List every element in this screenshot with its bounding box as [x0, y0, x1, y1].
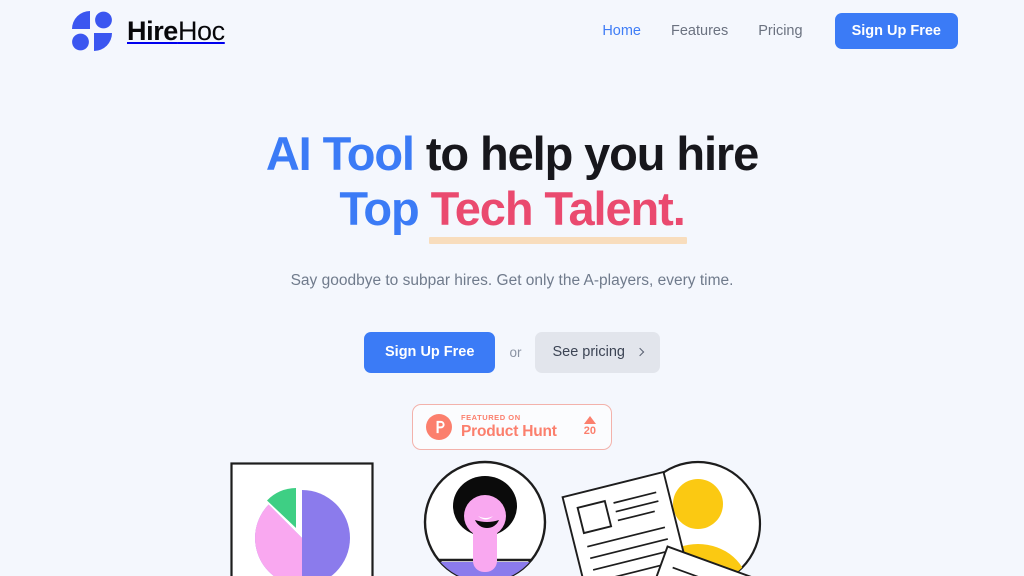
site-header: HireHoc Home Features Pricing Sign Up Fr…	[0, 0, 1024, 62]
main-nav: Home Features Pricing Sign Up Free	[587, 12, 958, 50]
headline-line-2: Top Tech Talent.	[339, 181, 687, 244]
page-title: AI Tool to help you hire Top Tech Talent…	[0, 127, 1024, 244]
hirehoc-quadrant-logo-icon	[72, 11, 112, 51]
brand-logo[interactable]: HireHoc	[68, 7, 225, 55]
nav-item-pricing[interactable]: Pricing	[743, 16, 817, 47]
hero-section: AI Tool to help you hire Top Tech Talent…	[0, 62, 1024, 450]
product-hunt-badge[interactable]: FEATURED ON Product Hunt 20	[412, 403, 612, 450]
resume-documents-illustration	[560, 456, 775, 576]
brand-name-light: Hoc	[177, 15, 225, 46]
hero-illustrations	[0, 430, 1024, 576]
headline-accent-ai-tool: AI Tool	[265, 127, 415, 180]
product-hunt-name: Product Hunt	[461, 423, 557, 441]
headline-line-1: AI Tool to help you hire	[265, 127, 759, 180]
product-hunt-text: FEATURED ON Product Hunt	[461, 414, 575, 440]
product-hunt-eyebrow: FEATURED ON	[461, 412, 521, 422]
upvote-count: 20	[583, 425, 596, 438]
brand-name-bold: Hire	[127, 15, 178, 46]
see-pricing-button[interactable]: See pricing	[535, 332, 660, 373]
headline-highlight-tech-talent: Tech Talent.	[428, 181, 687, 244]
nav-signup-button[interactable]: Sign Up Free	[834, 12, 958, 50]
cta-separator-label: or	[509, 344, 522, 360]
pie-chart-card-illustration	[230, 462, 390, 576]
candidate-avatar-illustration	[415, 454, 555, 576]
hero-subtitle: Say goodbye to subpar hires. Get only th…	[290, 271, 734, 289]
product-hunt-badge-wrap: FEATURED ON Product Hunt 20	[0, 403, 1024, 450]
brand-wordmark: HireHoc	[127, 15, 225, 46]
upvote-caret-icon	[583, 416, 596, 425]
nav-item-home[interactable]: Home	[587, 16, 656, 47]
see-pricing-label: See pricing	[552, 344, 625, 361]
chevron-right-icon	[635, 347, 645, 357]
headline-rest-1: to help you hire	[413, 127, 759, 180]
hero-signup-button[interactable]: Sign Up Free	[364, 332, 496, 373]
headline-accent-top: Top	[339, 181, 419, 235]
nav-item-features[interactable]: Features	[656, 16, 743, 47]
product-hunt-logo-icon	[426, 413, 452, 440]
hero-cta-row: Sign Up Free or See pricing	[0, 332, 1024, 373]
product-hunt-upvotes: 20	[584, 416, 598, 437]
